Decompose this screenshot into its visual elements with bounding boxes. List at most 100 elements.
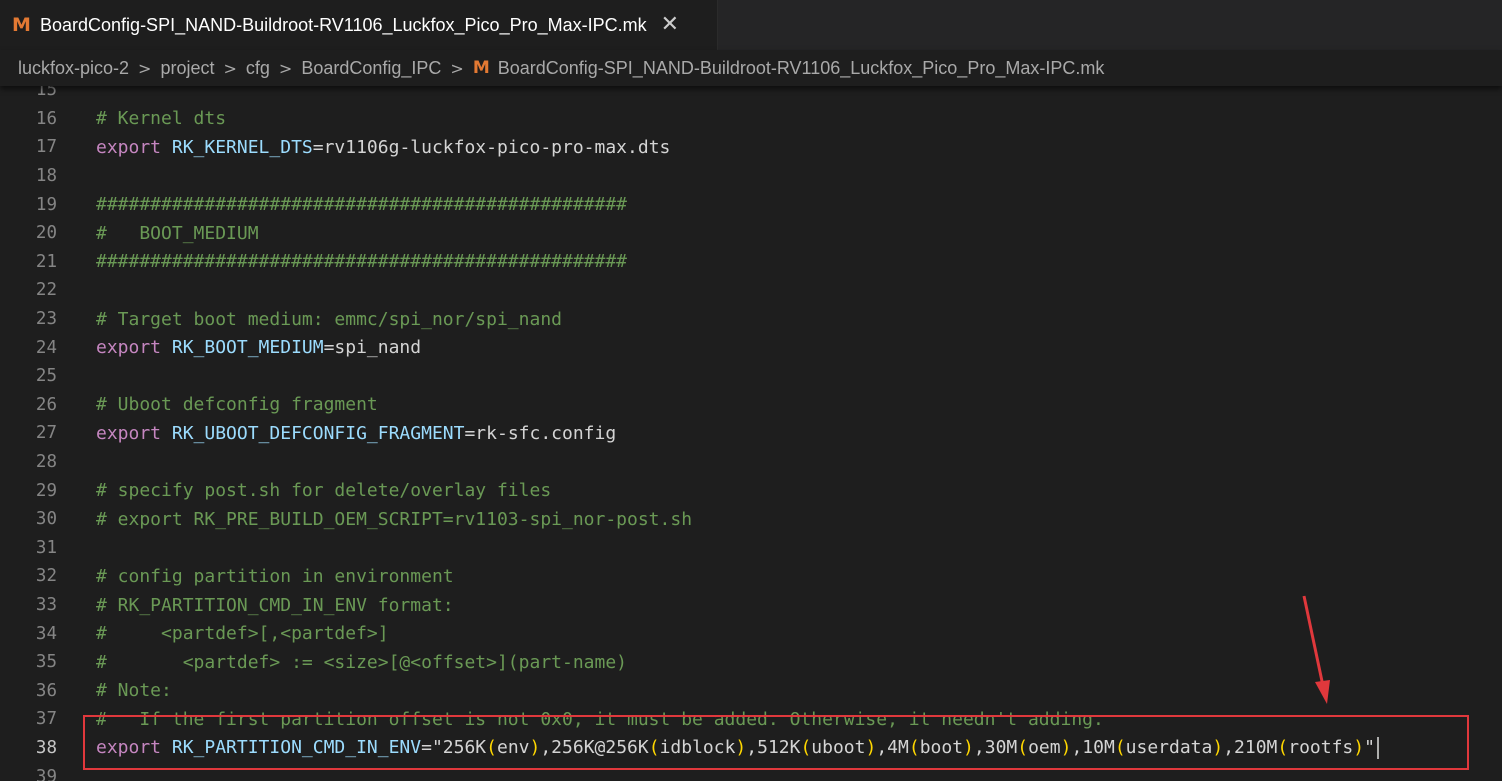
line-number: 37 (35, 709, 57, 730)
code-token: ########################################… (96, 194, 628, 216)
code-text: # <partdef>[,<partdef>] (96, 623, 389, 644)
chevron-right-icon: > (223, 58, 237, 78)
line-number: 18 (35, 166, 57, 187)
line-number: 15 (35, 86, 57, 101)
line-number: 34 (35, 623, 57, 644)
code-text: # BOOT_MEDIUM (96, 223, 259, 244)
line-number: 24 (35, 337, 57, 358)
code-text: # specify post.sh for delete/overlay fil… (96, 480, 551, 501)
line-number: 38 (35, 738, 57, 759)
breadcrumb-item-file[interactable]: BoardConfig-SPI_NAND-Buildroot-RV1106_Lu… (498, 58, 1105, 79)
line-number: 20 (35, 223, 57, 244)
code-token: export (96, 337, 172, 359)
code-token: # <partdef>[,<partdef>] (96, 623, 389, 645)
code-token: RK_BOOT_MEDIUM (171, 337, 324, 359)
line-number: 22 (35, 280, 57, 301)
code-token: ########################################… (96, 251, 628, 273)
code-line[interactable]: 36 # Note: (0, 677, 1502, 706)
code-line[interactable]: 18 (0, 162, 1502, 191)
code-token: # Uboot defconfig fragment (96, 394, 378, 416)
code-token: export (96, 136, 172, 158)
editor-tab[interactable]: M BoardConfig-SPI_NAND-Buildroot-RV1106_… (0, 0, 718, 50)
code-line[interactable]: 33 # RK_PARTITION_CMD_IN_ENV format: (0, 591, 1502, 620)
code-token: # RK_PARTITION_CMD_IN_ENV format: (96, 594, 454, 616)
code-token: # export RK_PRE_BUILD_OEM_SCRIPT=rv1103-… (96, 508, 693, 530)
code-text: export RK_KERNEL_DTS=rv1106g-luckfox-pic… (96, 137, 670, 158)
chevron-right-icon: > (450, 58, 464, 78)
code-line[interactable]: 32 # config partition in environment (0, 562, 1502, 591)
line-number: 28 (35, 452, 57, 473)
line-number: 35 (35, 652, 57, 673)
code-token: =rk-sfc.config (464, 422, 617, 444)
code-token: # specify post.sh for delete/overlay fil… (96, 480, 552, 502)
code-token: # Kernel dts (96, 108, 227, 130)
breadcrumb-item-luckfox-pico-2[interactable]: luckfox-pico-2 (18, 58, 129, 79)
code-token: =spi_nand (323, 337, 422, 359)
line-number: 21 (35, 251, 57, 272)
line-number: 39 (35, 766, 57, 781)
code-line[interactable]: 15 (0, 86, 1502, 105)
code-text: # Note: (96, 680, 172, 701)
close-icon[interactable]: ✕ (661, 14, 679, 36)
code-line[interactable]: 30 # export RK_PRE_BUILD_OEM_SCRIPT=rv110… (0, 505, 1502, 534)
code-token: RK_KERNEL_DTS (171, 136, 313, 158)
line-number: 25 (35, 366, 57, 387)
breadcrumb-item-cfg[interactable]: cfg (246, 58, 270, 79)
code-token: # Note: (96, 680, 172, 702)
breadcrumb: luckfox-pico-2 > project > cfg > BoardCo… (0, 50, 1502, 86)
code-token: # Target boot medium: emmc/spi_nor/spi_n… (96, 308, 562, 330)
code-text: export RK_UBOOT_DEFCONFIG_FRAGMENT=rk-sf… (96, 423, 616, 444)
code-token: export (96, 422, 172, 444)
code-token: # config partition in environment (96, 565, 454, 587)
code-line[interactable]: 29 # specify post.sh for delete/overlay f… (0, 476, 1502, 505)
code-line[interactable]: 19 ######################################… (0, 190, 1502, 219)
breadcrumb-item-boardconfig-ipc[interactable]: BoardConfig_IPC (301, 58, 441, 79)
line-number: 32 (35, 566, 57, 587)
markdown-m-icon: M (12, 14, 31, 36)
line-number: 26 (35, 394, 57, 415)
code-token: # BOOT_MEDIUM (96, 222, 259, 244)
chevron-right-icon: > (138, 58, 152, 78)
chevron-right-icon: > (278, 58, 293, 78)
highlight-box (83, 715, 1469, 770)
code-line[interactable]: 25 (0, 362, 1502, 391)
code-line[interactable]: 24 export RK_BOOT_MEDIUM=spi_nand (0, 333, 1502, 362)
code-text: ########################################… (96, 251, 627, 272)
code-line[interactable]: 21 ######################################… (0, 248, 1502, 277)
code-text: # RK_PARTITION_CMD_IN_ENV format: (96, 595, 454, 616)
code-editor[interactable]: 15 16 # Kernel dts 17 export RK_KERNEL_DTS=r… (0, 86, 1502, 781)
code-token: # <partdef> := <size>[@<offset>](part-na… (96, 651, 628, 673)
line-number: 30 (35, 509, 57, 530)
breadcrumb-item-project[interactable]: project (160, 58, 214, 79)
line-number: 29 (35, 480, 57, 501)
code-text: ########################################… (96, 194, 627, 215)
code-line[interactable]: 16 # Kernel dts (0, 105, 1502, 134)
code-line[interactable]: 27 export RK_UBOOT_DEFCONFIG_FRAGMENT=rk-… (0, 419, 1502, 448)
code-text: # Uboot defconfig fragment (96, 394, 378, 415)
code-line[interactable]: 35 # <partdef> := <size>[@<offset>](part-… (0, 648, 1502, 677)
code-line[interactable]: 34 # <partdef>[,<partdef>] (0, 619, 1502, 648)
line-number: 23 (35, 309, 57, 330)
line-number: 27 (35, 423, 57, 444)
code-line[interactable]: 31 (0, 534, 1502, 563)
code-token: RK_UBOOT_DEFCONFIG_FRAGMENT (171, 422, 465, 444)
line-number: 16 (35, 108, 57, 129)
code-text: # Kernel dts (96, 108, 226, 129)
tab-title[interactable]: BoardConfig-SPI_NAND-Buildroot-RV1106_Lu… (40, 15, 647, 36)
markdown-m-icon: M (472, 58, 490, 78)
code-line[interactable]: 23 # Target boot medium: emmc/spi_nor/spi… (0, 305, 1502, 334)
code-text: # config partition in environment (96, 566, 454, 587)
line-number: 31 (35, 537, 57, 558)
code-line[interactable]: 20 # BOOT_MEDIUM (0, 219, 1502, 248)
code-line[interactable]: 17 export RK_KERNEL_DTS=rv1106g-luckfox-p… (0, 133, 1502, 162)
code-line[interactable]: 26 # Uboot defconfig fragment (0, 391, 1502, 420)
line-number: 19 (35, 194, 57, 215)
line-number: 33 (35, 595, 57, 616)
code-line[interactable]: 28 (0, 448, 1502, 477)
code-text: # <partdef> := <size>[@<offset>](part-na… (96, 652, 627, 673)
code-text: export RK_BOOT_MEDIUM=spi_nand (96, 337, 421, 358)
line-number: 36 (35, 680, 57, 701)
line-number: 17 (35, 137, 57, 158)
code-line[interactable]: 22 (0, 276, 1502, 305)
tab-bar: M BoardConfig-SPI_NAND-Buildroot-RV1106_… (0, 0, 1502, 50)
